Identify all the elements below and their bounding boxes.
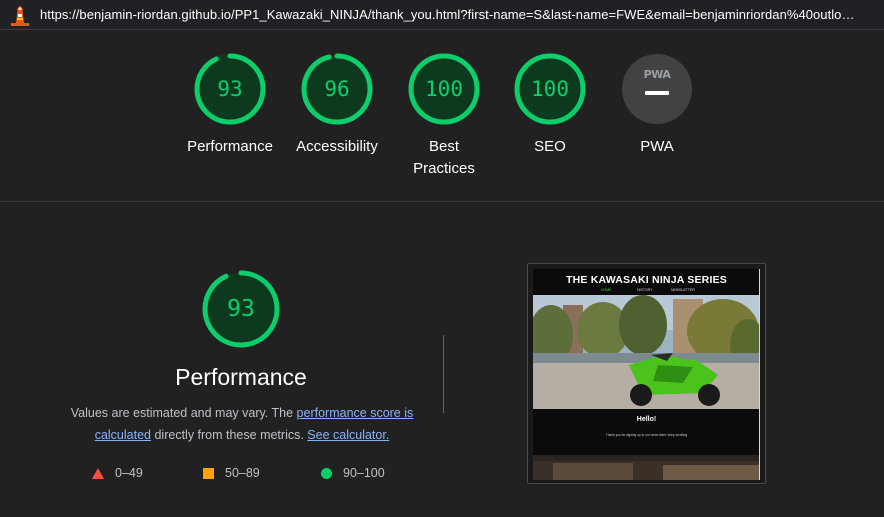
pass-circle-icon	[321, 467, 332, 479]
see-calculator-link[interactable]: See calculator.	[307, 428, 389, 442]
gauge-label: SEO	[534, 138, 566, 155]
report-url[interactable]: https://benjamin-riordan.github.io/PP1_K…	[40, 7, 870, 22]
performance-score: 93	[227, 296, 255, 322]
lighthouse-logo-icon	[11, 5, 29, 26]
thank-you-heading: Hello!	[636, 416, 657, 423]
gauge-best-practices[interactable]: 100 Best Practices	[389, 52, 499, 180]
footer-photo	[533, 455, 760, 480]
desc-text: Values are estimated and may vary. The	[70, 406, 297, 420]
legend-pass: 90–100	[321, 466, 385, 480]
pwa-badge-icon: PWA	[622, 54, 692, 124]
gauge-ring: 93	[193, 52, 267, 126]
gauge-ring: 100	[513, 52, 587, 126]
gauge-accessibility[interactable]: 96 Accessibility	[282, 52, 392, 158]
site-nav-history: HISTORY	[637, 288, 653, 292]
legend-range: 90–100	[343, 466, 385, 480]
screenshot-scrollbar	[759, 269, 760, 480]
gauge-score: 93	[217, 77, 243, 101]
gauge-label: Best Practices	[413, 138, 475, 177]
section-divider	[0, 201, 884, 202]
gauge-score: 100	[531, 77, 569, 101]
gauge-pwa[interactable]: PWA PWA	[602, 52, 712, 158]
gauge-label: Performance	[187, 138, 273, 155]
final-screenshot[interactable]: THE KAWASAKI NINJA SERIES HOME HISTORY N…	[527, 263, 766, 484]
desc-text: directly from these metrics.	[151, 428, 308, 442]
gauge-ring: PWA	[620, 52, 694, 126]
performance-gauge: 93	[201, 269, 281, 349]
site-nav-home: HOME	[601, 288, 612, 292]
performance-description: Values are estimated and may vary. The p…	[56, 402, 428, 446]
average-square-icon	[203, 467, 214, 479]
legend-average: 50–89	[203, 466, 260, 480]
gauge-ring: 96	[300, 52, 374, 126]
gauge-seo[interactable]: 100 SEO	[495, 52, 605, 158]
thank-you-message: Thank you for signing up to our news let…	[605, 433, 688, 437]
gauge-score: 96	[324, 77, 350, 101]
site-nav-newsletter: NEWSLETTER	[671, 288, 695, 292]
gauge-score: 100	[425, 77, 463, 101]
legend-fail: 0–49	[92, 466, 143, 480]
gauge-ring: 100	[407, 52, 481, 126]
fail-triangle-icon	[92, 467, 104, 479]
site-title: THE KAWASAKI NINJA SERIES	[566, 274, 727, 286]
address-bar: https://benjamin-riordan.github.io/PP1_K…	[0, 0, 884, 30]
gauge-label: PWA	[640, 138, 674, 155]
performance-title: Performance	[175, 364, 307, 390]
legend-range: 50–89	[225, 466, 260, 480]
legend-range: 0–49	[115, 466, 143, 480]
gauge-label: Accessibility	[296, 138, 378, 155]
gauge-performance[interactable]: 93 Performance	[175, 52, 285, 158]
vertical-separator	[443, 335, 444, 413]
screenshot-page: THE KAWASAKI NINJA SERIES HOME HISTORY N…	[533, 269, 760, 480]
pwa-badge-text: PWA	[644, 68, 672, 81]
motorcycle-photo	[533, 295, 760, 409]
